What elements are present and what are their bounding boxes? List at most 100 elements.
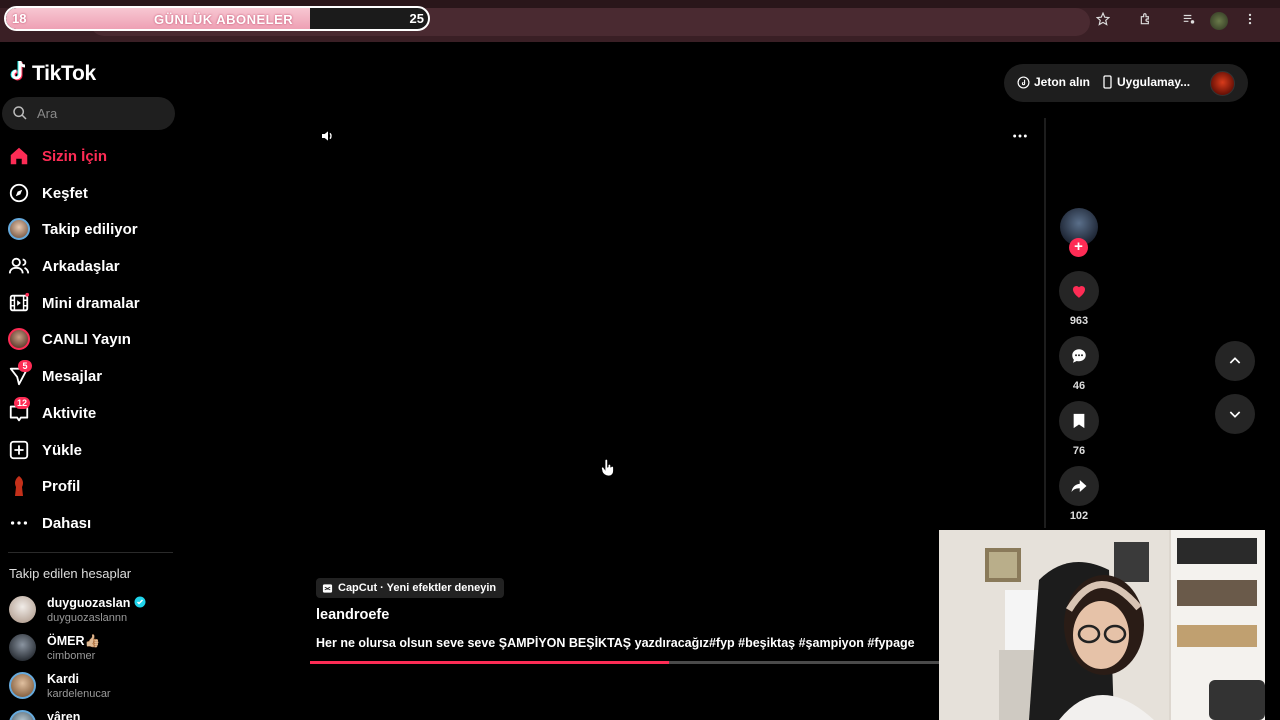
search-input[interactable]: Ara — [2, 97, 175, 130]
star-icon[interactable] — [1094, 11, 1112, 30]
capcut-icon — [322, 583, 333, 593]
volume-icon[interactable] — [320, 128, 336, 149]
save-count: 76 — [1072, 445, 1086, 457]
avatar — [9, 596, 36, 623]
get-coins-button[interactable]: Jeton alın — [1017, 75, 1090, 89]
coin-icon — [1017, 75, 1030, 89]
followed-account[interactable]: ÖMER👍🏼 cimbomer — [0, 630, 180, 668]
sidebar-item-label: Profil — [42, 478, 81, 496]
sidebar-item-explore[interactable]: Keşfet — [0, 175, 180, 212]
webcam-scene-illustration — [939, 530, 1265, 720]
messages-badge: 5 — [18, 360, 32, 373]
video-progress-bar[interactable] — [310, 661, 940, 664]
compass-icon — [7, 181, 31, 205]
film-icon — [7, 291, 31, 315]
share-button[interactable] — [1059, 466, 1099, 506]
sidebar-item-label: Mesajlar — [42, 368, 103, 386]
heart-icon — [1072, 285, 1086, 298]
sidebar-item-live[interactable]: CANLI Yayın — [0, 321, 180, 358]
sidebar-item-following[interactable]: Takip ediliyor — [0, 211, 180, 248]
sidebar-item-mini-dramas[interactable]: Mini dramalar — [0, 285, 180, 322]
followed-account[interactable]: duyguozaslan duyguozaslannn — [0, 592, 180, 630]
media-control-icon[interactable] — [1180, 12, 1198, 30]
search-placeholder: Ara — [37, 106, 58, 121]
sidebar-item-messages[interactable]: 5 Mesajlar — [0, 358, 180, 395]
sidebar-item-label: Keşfet — [42, 184, 88, 202]
browser-toolbar: 18 GÜNLÜK ABONELER 25 — [0, 0, 1280, 42]
sidebar-item-label: Sizin İçin — [42, 148, 108, 165]
like-count: 963 — [1069, 315, 1089, 327]
followed-accounts-title: Takip edilen hesaplar — [9, 566, 132, 581]
verified-icon — [134, 596, 146, 608]
sidebar-item-label: CANLI Yayın — [42, 331, 131, 349]
sidebar-nav: Sizin İçin Keşfet Takip ediliyor Arkadaş… — [0, 138, 180, 542]
share-count: 102 — [1069, 510, 1089, 522]
comment-count: 46 — [1072, 380, 1086, 392]
sidebar-item-label: Yükle — [42, 441, 83, 459]
bookmark-icon — [1073, 413, 1085, 429]
chevron-up-icon — [1229, 357, 1241, 364]
sidebar-item-label: Aktivite — [42, 404, 97, 422]
get-app-label: Uygulamay... — [1117, 75, 1191, 89]
account-name: Kardi — [47, 672, 79, 686]
profile-avatar — [7, 474, 31, 498]
account-name: ÖMER👍🏼 — [47, 634, 101, 648]
comment-button[interactable] — [1059, 336, 1099, 376]
sidebar-divider — [8, 552, 173, 553]
followed-account[interactable]: Kardi kardelenucar — [0, 668, 180, 706]
next-video-button[interactable] — [1215, 394, 1255, 434]
tiktok-logo[interactable]: TikTok — [9, 60, 96, 87]
sidebar-item-profile[interactable]: Profil — [0, 468, 180, 505]
daily-subscribers-overlay: 18 GÜNLÜK ABONELER 25 — [4, 6, 430, 31]
more-icon — [7, 511, 31, 535]
account-handle: cimbomer — [47, 650, 96, 662]
phone-icon — [1103, 75, 1112, 89]
sidebar-item-more[interactable]: Dahası — [0, 505, 180, 542]
following-avatar — [7, 217, 31, 241]
video-options-icon[interactable] — [1012, 128, 1028, 149]
live-avatar — [7, 327, 31, 351]
video-caption: Her ne olursa olsun seve seve ŞAMPİYON B… — [316, 636, 915, 650]
sidebar-item-for-you[interactable]: Sizin İçin — [0, 138, 180, 175]
tiktok-note-icon — [9, 60, 29, 87]
friends-icon — [7, 254, 31, 278]
like-button[interactable] — [1059, 271, 1099, 311]
hand-cursor-icon — [601, 458, 615, 482]
save-button[interactable] — [1059, 401, 1099, 441]
sidebar-item-friends[interactable]: Arkadaşlar — [0, 248, 180, 285]
video-progress-fill — [310, 661, 670, 664]
sidebar-item-label: Takip ediliyor — [42, 221, 138, 239]
capcut-label: CapCut · Yeni efektler deneyin — [338, 582, 497, 594]
sidebar-item-activity[interactable]: 12 Aktivite — [0, 395, 180, 432]
subscribers-current: 18 — [12, 11, 27, 26]
followed-account[interactable]: yâren — [0, 706, 180, 720]
subscribers-goal: 25 — [409, 11, 424, 26]
comment-icon — [1072, 349, 1086, 363]
header-actions: Jeton alın Uygulamay... — [1004, 64, 1248, 102]
capcut-effect-chip[interactable]: CapCut · Yeni efektler deneyin — [316, 578, 505, 598]
search-icon — [12, 105, 28, 126]
sidebar-item-label: Dahası — [42, 514, 92, 532]
video-divider — [1044, 118, 1046, 528]
follow-creator-button[interactable]: + — [1069, 238, 1088, 257]
user-avatar[interactable] — [1210, 71, 1235, 96]
avatar — [9, 672, 36, 699]
home-icon — [7, 144, 31, 168]
account-name: yâren — [47, 710, 81, 720]
upload-icon — [7, 438, 31, 462]
share-icon — [1071, 480, 1087, 492]
previous-video-button[interactable] — [1215, 341, 1255, 381]
webcam-overlay — [939, 530, 1265, 720]
kebab-menu-icon[interactable] — [1241, 12, 1259, 30]
sidebar-item-label: Mini dramalar — [42, 294, 140, 312]
get-app-button[interactable]: Uygulamay... — [1102, 75, 1190, 89]
subscribers-title: GÜNLÜK ABONELER — [154, 12, 294, 27]
account-handle: duyguozaslannn — [47, 612, 128, 624]
sidebar-item-upload[interactable]: Yükle — [0, 432, 180, 469]
video-author[interactable]: leandroefe — [316, 607, 389, 623]
extensions-icon[interactable] — [1137, 12, 1155, 30]
profile-icon[interactable] — [1210, 12, 1228, 30]
followed-accounts-list: duyguozaslan duyguozaslannn ÖMER👍🏼 cimbo… — [0, 592, 180, 720]
sidebar-item-label: Arkadaşlar — [42, 258, 120, 276]
avatar — [9, 710, 36, 720]
